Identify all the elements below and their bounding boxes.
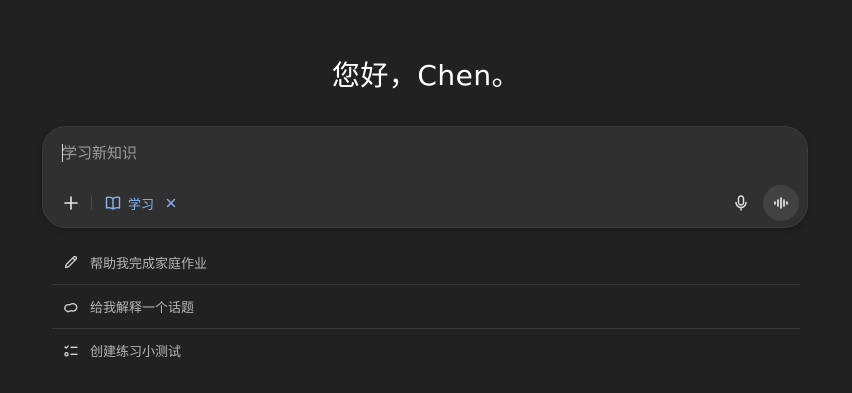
suggestion-explain-topic[interactable]: 给我解释一个话题 — [52, 284, 800, 328]
remove-tool-button[interactable] — [166, 198, 176, 208]
checklist-icon — [62, 342, 80, 360]
study-tool-chip[interactable]: 学习 — [100, 189, 180, 217]
plus-icon — [64, 196, 78, 210]
toolbar-divider — [91, 196, 92, 210]
dictate-button[interactable] — [727, 189, 755, 217]
prompt-input[interactable] — [62, 141, 712, 165]
suggestion-homework[interactable]: 帮助我完成家庭作业 — [52, 240, 800, 284]
composer-toolbar-right — [727, 185, 799, 221]
suggestion-label: 帮助我完成家庭作业 — [90, 256, 208, 272]
greeting-heading: 您好，Chen。 — [331, 59, 521, 92]
add-attachment-button[interactable] — [57, 189, 85, 217]
suggestion-list: 帮助我完成家庭作业 给我解释一个话题 创建练习小测试 — [52, 240, 800, 372]
study-tool-label: 学习 — [128, 197, 155, 213]
chat-bubbles-icon — [62, 298, 80, 316]
prompt-composer: 学习 — [42, 126, 808, 228]
microphone-icon — [735, 195, 747, 211]
text-caret — [62, 144, 63, 162]
suggestion-practice-quiz[interactable]: 创建练习小测试 — [52, 328, 800, 372]
pencil-icon — [62, 253, 80, 271]
close-icon — [166, 198, 176, 208]
voice-mode-button[interactable] — [763, 185, 799, 221]
suggestion-label: 创建练习小测试 — [90, 345, 182, 360]
composer-toolbar-left: 学习 — [57, 187, 180, 219]
suggestion-label: 给我解释一个话题 — [90, 301, 195, 316]
book-open-icon — [105, 196, 121, 210]
page: 您好，Chen。 学习新知识 学习 帮助我完成家庭作业 给我解释一个话题 创建练… — [0, 0, 852, 393]
voice-waveform-icon — [774, 197, 788, 209]
